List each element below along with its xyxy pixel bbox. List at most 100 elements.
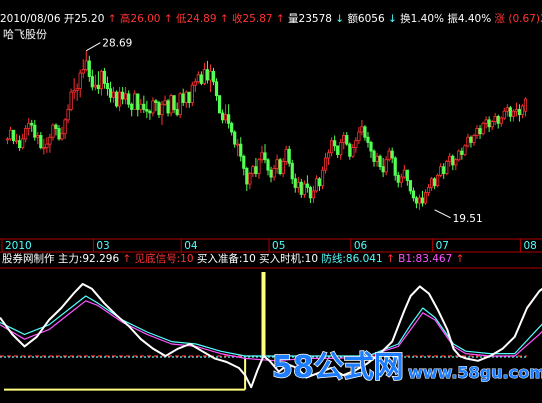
candle: [178, 92, 182, 119]
candle-body: [108, 88, 113, 98]
candle-body: [154, 100, 158, 103]
candle-body: [205, 69, 210, 81]
stock-name: 哈飞股份: [3, 28, 47, 41]
header-item-3: 高26.00: [120, 12, 164, 25]
candle-body: [520, 105, 525, 116]
candle-body: [78, 72, 82, 90]
candle-body: [93, 84, 97, 88]
candle-body: [196, 74, 200, 83]
candle: [320, 166, 325, 190]
candle-body: [39, 135, 43, 148]
candle-body: [30, 122, 34, 126]
candle-body: [505, 107, 509, 112]
candle-body: [105, 83, 110, 90]
candle-body: [211, 70, 216, 83]
price-header: 2010/08/06 开25.20 ↑ 高26.00 ↑ 低24.89 ↑ 收2…: [0, 12, 542, 25]
header-item-14: 振4.40%: [447, 12, 494, 25]
candle-body: [227, 114, 231, 124]
candle-body: [439, 166, 443, 176]
candle-body: [445, 161, 449, 174]
candle-body: [278, 159, 282, 175]
candle-body: [136, 93, 140, 110]
candle-body: [75, 88, 79, 91]
candle-body: [514, 109, 518, 112]
header-item-10: ↓: [335, 13, 347, 25]
header-item-12: ↓: [388, 13, 400, 25]
header-item-7: ↑: [386, 253, 398, 265]
candle-body: [475, 128, 479, 136]
candle-body: [396, 174, 400, 183]
buy-signal-bar: [261, 272, 266, 356]
candle-body: [233, 131, 237, 145]
candle-body: [236, 143, 240, 146]
candle-body: [384, 159, 388, 173]
candle-body: [181, 93, 185, 103]
candle-body: [393, 157, 397, 176]
candle-body: [166, 100, 170, 114]
candle-body: [411, 190, 416, 199]
candle-body: [351, 147, 355, 157]
candle: [436, 173, 440, 188]
candle-body: [436, 174, 440, 187]
candle-body: [354, 140, 358, 149]
candle-body: [348, 143, 352, 157]
candle-body: [460, 150, 464, 155]
candle-body: [202, 69, 207, 84]
candle-body: [469, 136, 473, 143]
candle-body: [69, 91, 73, 110]
date-tick-label: 04: [184, 240, 198, 252]
candle-body: [296, 181, 300, 188]
header-item-16: (0.67)2: [508, 13, 542, 25]
watermark-brand: 58公式网: [272, 350, 404, 385]
candle-body: [287, 148, 291, 164]
header-item-3: 见底信号:10: [135, 252, 197, 265]
candle-body: [151, 100, 155, 114]
candle: [278, 158, 282, 176]
candle-body: [330, 140, 334, 154]
chart-background: [0, 0, 542, 403]
date-tick-label: 06: [354, 240, 368, 252]
candle-body: [308, 187, 313, 199]
candle: [69, 88, 73, 112]
candle-body: [111, 91, 116, 98]
candle-body: [433, 178, 437, 187]
header-item-2: ↑: [108, 13, 120, 25]
header-item-5: 买入时机:10: [259, 252, 321, 265]
candle-body: [420, 197, 425, 204]
candle-body: [175, 109, 179, 116]
candle-body: [157, 102, 161, 116]
candle-body: [96, 84, 100, 90]
header-item-4: ↑: [164, 13, 176, 25]
price-annotation: 19.51: [453, 213, 483, 225]
candle-body: [248, 173, 252, 185]
candle-body: [66, 109, 70, 121]
candle-body: [269, 169, 273, 178]
candle-body: [178, 93, 182, 116]
candle-body: [124, 93, 128, 100]
date-tick-label: 03: [96, 240, 109, 252]
header-item-15: 涨: [495, 13, 509, 25]
candle-body: [217, 95, 222, 114]
candle-body: [239, 143, 243, 157]
candle-body: [51, 124, 55, 138]
candle-body: [442, 166, 446, 175]
candle-body: [142, 103, 146, 110]
candle-body: [145, 109, 149, 112]
candle-body: [27, 122, 31, 129]
candle-body: [457, 150, 461, 161]
date-tick-label: 2010: [5, 240, 32, 252]
header-item-1: 主力:92.296: [58, 252, 123, 265]
candle-body: [429, 178, 434, 188]
date-tick-label: 07: [436, 240, 449, 252]
candle-body: [342, 135, 346, 143]
candle-body: [472, 135, 476, 143]
header-item-0: 2010/08/06: [0, 13, 64, 25]
header-item-8: B1:83.467: [398, 253, 456, 265]
candle-body: [163, 100, 167, 105]
candle-body: [60, 133, 64, 140]
header-item-4: 买入准备:10: [197, 252, 259, 265]
candle-body: [463, 145, 467, 155]
candle-body: [121, 91, 125, 100]
candle-body: [405, 169, 409, 181]
candle-body: [18, 140, 22, 149]
